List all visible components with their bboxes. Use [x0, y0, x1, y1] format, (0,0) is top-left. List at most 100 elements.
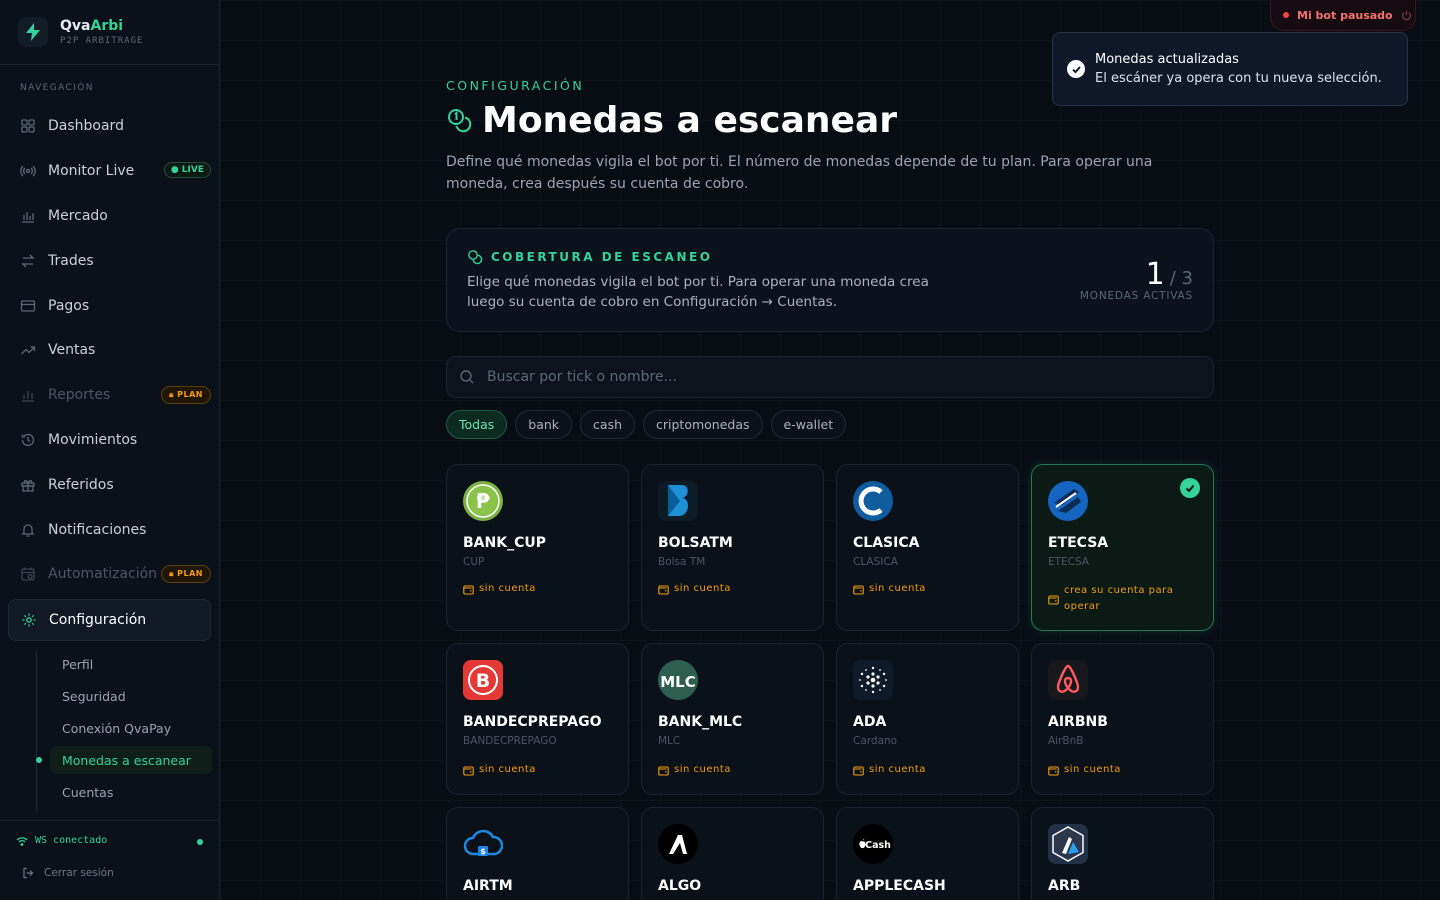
subnav-perfil[interactable]: Perfil [50, 650, 212, 678]
wallet-icon [463, 766, 474, 776]
coin-card-bank-mlc[interactable]: MLC BANK_MLC MLC sin cuenta [641, 643, 824, 795]
history-icon [21, 433, 35, 447]
coin-card-algo[interactable]: ALGO [641, 807, 824, 900]
filter-chip-todas[interactable]: Todas [446, 410, 508, 439]
peso-icon: ₱ [463, 481, 503, 521]
coverage-label: COBERTURA DE ESCANEO [467, 249, 712, 265]
live-badge: ● LIVE [163, 162, 211, 178]
subnav-seguridad[interactable]: Seguridad [50, 682, 212, 710]
bell-icon [21, 524, 35, 537]
svg-text:₱: ₱ [476, 489, 490, 513]
sidebar-item-ventas[interactable]: Ventas [8, 329, 211, 371]
airbnb-logo-icon [1048, 660, 1088, 700]
coin-card-arb[interactable]: ARB [1031, 807, 1214, 900]
sidebar-item-trades[interactable]: Trades [8, 240, 211, 282]
arbitrum-logo-icon [1048, 824, 1088, 864]
config-subnav: Perfil Seguridad Conexión QvaPay Monedas… [36, 650, 212, 812]
filter-chip-bank[interactable]: bank [515, 410, 573, 439]
coin-card-etecsa[interactable]: ETECSA ETECSA crea su cuenta para operar [1031, 464, 1214, 631]
subnav-label: Monedas a escanear [62, 752, 191, 768]
sidebar-item-notificaciones[interactable]: Notificaciones [8, 509, 211, 551]
svg-text:B: B [476, 670, 490, 692]
sidebar-item-reportes[interactable]: Reportes 🔒︎ PLAN [8, 374, 211, 416]
sidebar-item-automatizacion[interactable]: Automatización 🔒︎ PLAN [8, 553, 211, 595]
wallet-icon [1048, 595, 1059, 605]
coin-tick: APPLECASH [853, 878, 946, 894]
subnav-conexion-qvapay[interactable]: Conexión QvaPay [50, 714, 212, 742]
logout-icon [23, 867, 34, 879]
sidebar-item-label: Ventas [48, 342, 96, 358]
filter-chip-e-wallet[interactable]: e-wallet [770, 410, 847, 439]
coin-status: crea su cuenta para operar [1048, 583, 1188, 615]
coin-name: AirBnB [1048, 735, 1084, 747]
check-icon [1067, 60, 1085, 78]
coin-card-applecash[interactable]: Cash APPLECASH [836, 807, 1019, 900]
plan-badge: 🔒︎ PLAN [161, 386, 211, 404]
sidebar-item-referidos[interactable]: Referidos [8, 464, 211, 506]
coverage-panel: COBERTURA DE ESCANEO Elige qué monedas v… [446, 228, 1214, 332]
toast-title: Monedas actualizadas [1095, 52, 1239, 67]
wallet-icon [658, 585, 669, 595]
coin-card-airtm[interactable]: $ AIRTM [446, 807, 629, 900]
ws-status: WS conectado [16, 835, 107, 846]
filter-chip-cash[interactable]: cash [580, 410, 636, 439]
sidebar-item-dashboard[interactable]: Dashboard [8, 105, 211, 147]
coin-card-bandecprepago[interactable]: B BANDECPREPAGO BANDECPREPAGO sin cuenta [446, 643, 629, 795]
status-dot [1283, 12, 1289, 18]
filter-chip-criptomonedas[interactable]: criptomonedas [643, 410, 763, 439]
wallet-icon [853, 766, 864, 776]
coin-tick: AIRTM [463, 878, 513, 894]
brand[interactable]: QvaArbi P2P ARBITRAGE [0, 0, 219, 65]
sidebar-item-label: Monitor Live [48, 163, 135, 179]
search-box[interactable] [446, 356, 1214, 398]
coin-status: sin cuenta [463, 764, 536, 776]
active-dot [36, 757, 42, 763]
apple-cash-logo-icon: Cash [853, 824, 893, 864]
sidebar-item-mercado[interactable]: Mercado [8, 195, 211, 237]
total-count: / 3 [1169, 268, 1193, 289]
coin-tick: AIRBNB [1048, 714, 1108, 730]
sidebar-item-label: Movimientos [48, 432, 138, 448]
toast-notification: Monedas actualizadas El escáner ya opera… [1052, 32, 1408, 106]
coin-card-bolsatm[interactable]: BOLSATM Bolsa TM sin cuenta [641, 464, 824, 631]
plan-badge: 🔒︎ PLAN [161, 565, 211, 583]
wallet-icon [658, 766, 669, 776]
nav-section-label: NAVEGACIÓN [20, 83, 94, 93]
bot-status-button[interactable]: Mi bot pausado [1270, 0, 1416, 31]
coin-name: CLASICA [853, 556, 898, 568]
sidebar-item-label: Referidos [48, 477, 114, 493]
coin-status: sin cuenta [1048, 764, 1121, 776]
search-input[interactable] [487, 369, 1187, 385]
gear-icon [22, 613, 36, 627]
coin-card-clasica[interactable]: CLASICA CLASICA sin cuenta [836, 464, 1019, 631]
bolt-icon [18, 17, 48, 47]
coin-tick: BANK_CUP [463, 535, 546, 551]
subnav-cuentas[interactable]: Cuentas [50, 778, 212, 806]
sidebar-item-movimientos[interactable]: Movimientos [8, 419, 211, 461]
coin-tick: BOLSATM [658, 535, 733, 551]
sidebar-item-label: Automatización [48, 566, 158, 582]
page-description: Define qué monedas vigila el bot por ti.… [446, 154, 1153, 192]
brand-name: QvaArbi [60, 18, 124, 34]
trending-up-icon [21, 346, 36, 355]
airtm-logo-icon: $ [463, 824, 503, 864]
ws-status-label: WS conectado [35, 835, 108, 846]
logout-button[interactable]: Cerrar sesión [22, 867, 114, 879]
coin-tick: CLASICA [853, 535, 920, 551]
subnav-monedas-a-escanear[interactable]: Monedas a escanear [36, 746, 212, 774]
coin-card-bank-cup[interactable]: ₱ BANK_CUP CUP sin cuenta [446, 464, 629, 631]
coin-name: Bolsa TM [658, 556, 706, 568]
active-count-label: MONEDAS ACTIVAS [1079, 290, 1193, 302]
sidebar-item-pagos[interactable]: Pagos [8, 285, 211, 327]
apple-cash-logo-text: Cash [865, 840, 891, 851]
sidebar-item-configuracion[interactable]: Configuración [8, 599, 211, 641]
coin-card-ada[interactable]: ADA Cardano sin cuenta [836, 643, 1019, 795]
sidebar-item-label: Pagos [48, 298, 90, 314]
coin-tick: BANK_MLC [658, 714, 743, 730]
sidebar-item-monitor-live[interactable]: Monitor Live ● LIVE [8, 150, 211, 192]
svg-text:MLC: MLC [660, 673, 696, 691]
coin-card-airbnb[interactable]: AIRBNB AirBnB sin cuenta [1031, 643, 1214, 795]
sidebar-item-label: Configuración [49, 612, 147, 628]
power-icon [1401, 10, 1411, 20]
active-count: 1 [1145, 257, 1165, 292]
